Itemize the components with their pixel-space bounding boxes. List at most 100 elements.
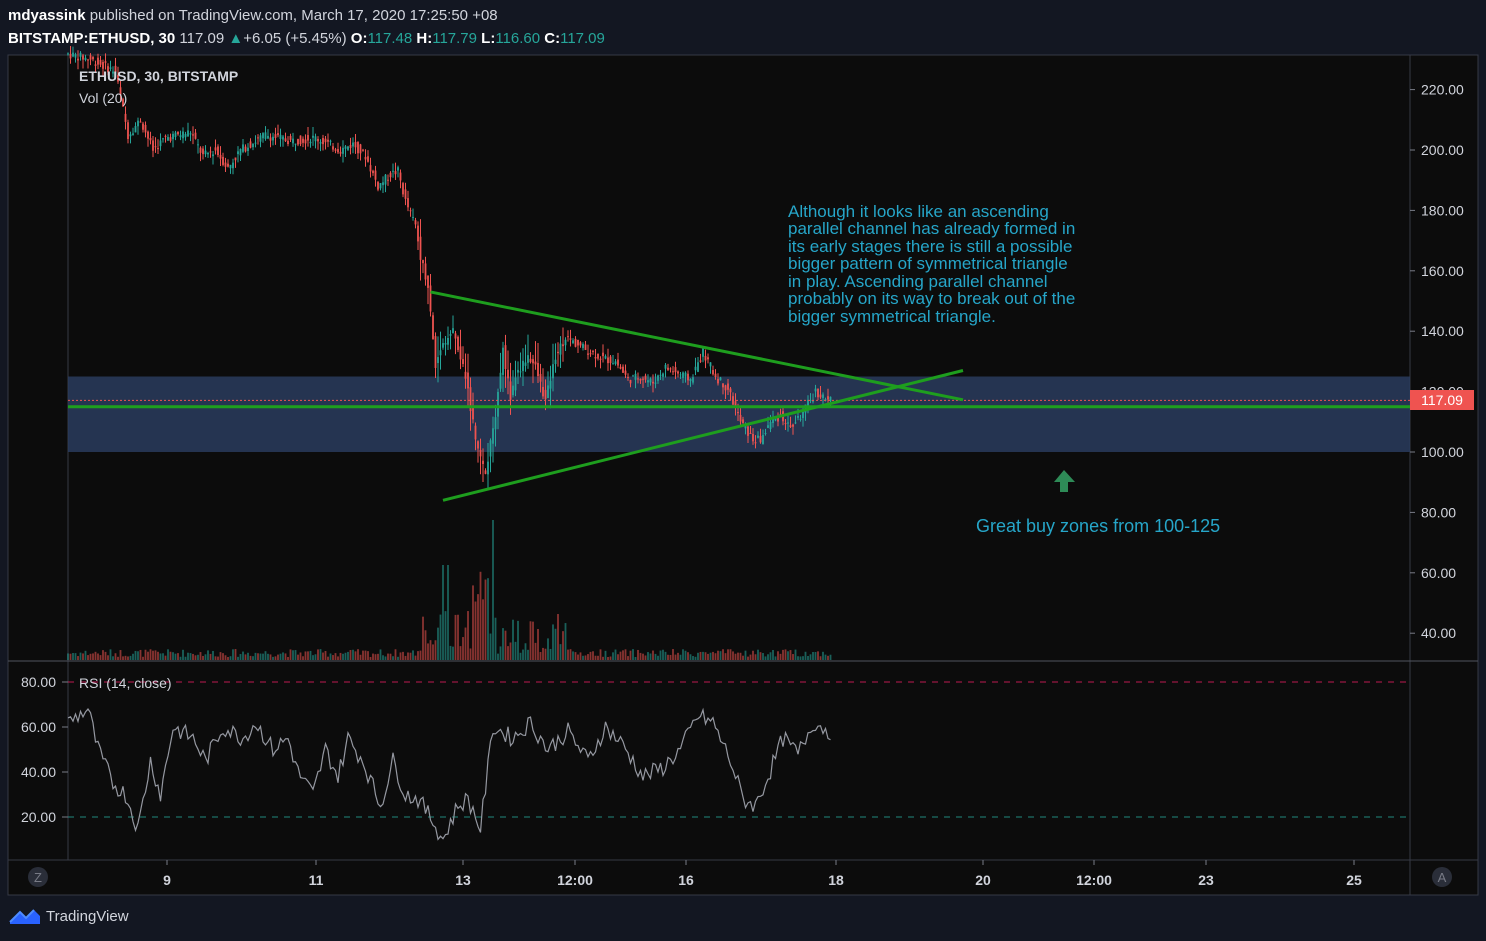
- volume-bar: [317, 649, 319, 660]
- candle-body: [334, 149, 337, 151]
- chart-canvas[interactable]: ETHUSD, 30, BITSTAMP Vol (20) Although i…: [0, 0, 1486, 941]
- volume-bar: [749, 654, 752, 660]
- candle-body: [172, 133, 174, 140]
- volume-bar: [234, 649, 237, 660]
- volume-bar: [357, 649, 359, 660]
- candle-body: [194, 132, 197, 139]
- volume-bar: [177, 653, 179, 660]
- buy-zone-text[interactable]: Great buy zones from 100-125: [976, 516, 1220, 536]
- volume-bar: [492, 520, 494, 660]
- volume-bar: [199, 652, 202, 660]
- volume-bar: [342, 653, 344, 660]
- volume-bar: [122, 656, 124, 660]
- buy-zone-rect[interactable]: [68, 376, 1410, 453]
- candle-body: [769, 421, 772, 430]
- candle-body: [162, 138, 164, 140]
- candle-body: [129, 134, 132, 137]
- candle-body: [479, 449, 482, 457]
- volume-bar: [434, 640, 437, 660]
- candle-body: [154, 146, 157, 148]
- candle-body: [419, 236, 422, 260]
- candle-body: [789, 425, 792, 427]
- candle-body: [307, 135, 309, 141]
- volume-bar: [552, 624, 554, 660]
- candle-body: [629, 380, 632, 384]
- candle-body: [247, 147, 249, 151]
- candle-body: [664, 364, 667, 369]
- candle-body: [749, 433, 752, 435]
- candle-body: [512, 385, 514, 396]
- volume-bar: [567, 649, 569, 660]
- candle-body: [457, 336, 459, 350]
- volume-bar: [647, 652, 649, 660]
- candle-body: [482, 460, 484, 465]
- price-tick-label: 180.00: [1421, 202, 1464, 218]
- volume-bar: [167, 649, 169, 660]
- candle-body: [759, 435, 762, 443]
- candle-body: [239, 148, 242, 156]
- last-price-badge-text: 117.09: [1421, 392, 1463, 408]
- candle-body: [547, 385, 549, 399]
- candle-body: [197, 144, 199, 146]
- volume-bar: [507, 646, 509, 660]
- volume-bar: [327, 656, 329, 660]
- candle-body: [714, 373, 717, 377]
- candle-body: [757, 435, 759, 438]
- candle-body: [687, 373, 689, 381]
- footer-brand[interactable]: TradingView: [8, 906, 129, 926]
- volume-bar: [602, 656, 604, 660]
- candle-body: [549, 380, 552, 389]
- volume-bar: [574, 652, 577, 660]
- volume-bar: [424, 630, 427, 660]
- volume-bar: [82, 653, 84, 660]
- candle-body: [797, 415, 799, 418]
- candle-body: [72, 52, 74, 57]
- volume-bar: [482, 599, 484, 660]
- candle-body: [152, 140, 154, 151]
- candle-body: [324, 138, 327, 143]
- volume-bar: [152, 650, 154, 660]
- volume-bar: [109, 649, 112, 660]
- candle-body: [394, 171, 397, 175]
- candle-body: [384, 174, 387, 185]
- volume-bar: [322, 652, 324, 660]
- candle-body: [667, 367, 669, 370]
- volume-bar: [284, 653, 287, 660]
- annotation-note[interactable]: Although it looks like an ascending para…: [788, 202, 1075, 326]
- time-tick-label: 16: [678, 872, 694, 888]
- candle-body: [477, 441, 479, 449]
- time-tick-label: 18: [828, 872, 844, 888]
- candle-body: [159, 140, 162, 147]
- candle-body: [532, 359, 534, 364]
- price-tick-label: 160.00: [1421, 263, 1464, 279]
- candle-body: [504, 345, 507, 370]
- volume-bar: [769, 652, 772, 660]
- candle-body: [622, 366, 624, 373]
- candle-body: [497, 391, 499, 417]
- volume-bar: [379, 649, 382, 660]
- volume-bar: [392, 656, 394, 660]
- volume-bar: [442, 565, 444, 660]
- candle-body: [752, 433, 754, 442]
- candle-body: [217, 146, 219, 156]
- volume-bar: [112, 656, 114, 660]
- candle-body: [87, 59, 89, 61]
- volume-bar: [689, 654, 692, 660]
- volume-bar: [187, 652, 189, 660]
- volume-bar: [724, 653, 727, 660]
- volume-bar: [314, 654, 317, 660]
- volume-bar: [97, 653, 99, 660]
- candle-body: [594, 356, 597, 359]
- volume-bar: [549, 648, 552, 660]
- candle-body: [639, 378, 642, 381]
- candle-body: [507, 369, 509, 379]
- volume-bar: [252, 656, 254, 660]
- volume-bar: [464, 627, 467, 660]
- volume-bar: [717, 650, 719, 660]
- candle-body: [604, 356, 607, 359]
- volume-bar: [192, 653, 194, 660]
- candle-body: [209, 151, 212, 153]
- candle-body: [364, 156, 367, 160]
- candle-body: [517, 369, 519, 373]
- candle-body: [67, 53, 69, 55]
